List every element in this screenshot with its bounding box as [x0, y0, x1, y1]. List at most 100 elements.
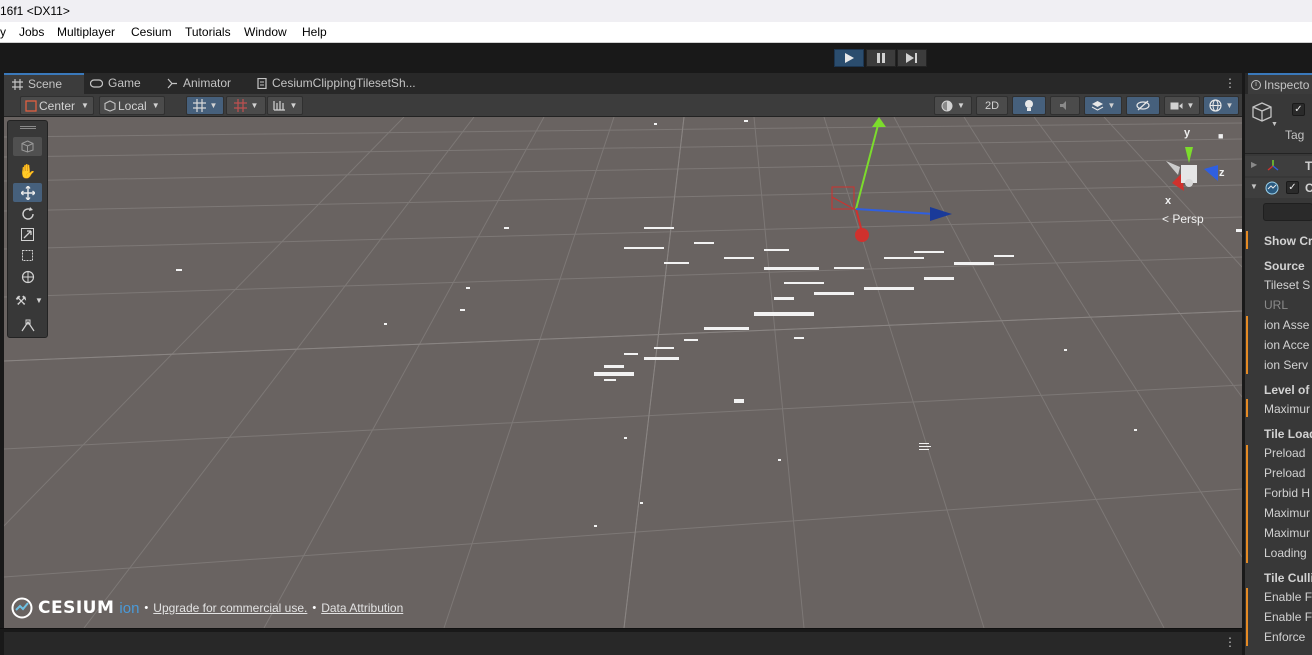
cesium-globe-icon: [1265, 181, 1279, 195]
tab-scene[interactable]: Scene: [4, 73, 84, 94]
gizmos-dropdown[interactable]: ▼: [1203, 96, 1239, 115]
pivot-mode-dropdown[interactable]: Center ▼: [20, 96, 94, 115]
step-icon: [906, 53, 917, 63]
custom-tools-dropdown[interactable]: ▼: [33, 291, 45, 310]
grid-snap-toggle[interactable]: ▼: [186, 96, 224, 115]
property-tileset-source: Tileset S: [1264, 278, 1311, 292]
menu-item-help[interactable]: Help: [302, 25, 327, 39]
camera-icon: [1170, 102, 1183, 109]
animator-icon: [167, 78, 177, 89]
view-tool-cube[interactable]: [13, 137, 42, 156]
increment-snap-toggle[interactable]: ▼: [226, 96, 266, 115]
scene-tab-bar: Scene Game Animator CesiumClippingTilese…: [4, 73, 1242, 94]
audio-toggle[interactable]: [1050, 96, 1080, 115]
move-arrows-icon: [20, 185, 35, 200]
pause-button[interactable]: [866, 49, 896, 67]
cesium-tileset-component-header[interactable]: ▼ ✓ C: [1245, 178, 1312, 198]
component-tool[interactable]: [13, 316, 42, 335]
menu-item-jobs[interactable]: Jobs: [19, 25, 44, 39]
orientation-gizmo[interactable]: y z x ■ < Persp: [1152, 125, 1232, 235]
property-ion-server: ion Serv: [1264, 358, 1309, 372]
camera-settings-dropdown[interactable]: ▼: [1164, 96, 1200, 115]
draw-mode-dropdown[interactable]: ▼: [934, 96, 972, 115]
tab-game[interactable]: Game: [90, 73, 141, 94]
custom-tools-button[interactable]: ⚒: [11, 291, 31, 310]
component-enabled-checkbox[interactable]: ✓: [1286, 181, 1299, 194]
transform-component-label: T: [1305, 159, 1312, 173]
lock-icon[interactable]: ■: [1218, 131, 1223, 141]
script-icon: [257, 78, 267, 89]
ruler-icon: [272, 101, 285, 111]
ruler-toggle[interactable]: ▼: [267, 96, 303, 115]
tab-inspector-label: Inspecto: [1264, 77, 1310, 92]
transform-tool[interactable]: [13, 267, 42, 286]
tool-palette: ✋ ⚒ ▼: [7, 120, 48, 338]
scene-viewport[interactable]: y z x ■ < Persp: [4, 117, 1242, 628]
more-options-icon[interactable]: ⋮: [1224, 76, 1236, 90]
tab-inspector[interactable]: i Inspecto: [1248, 73, 1312, 94]
gizmo-z-label: z: [1219, 167, 1225, 179]
toggle-2d-label: 2D: [984, 99, 1000, 112]
chevron-down-icon: ▼: [1271, 121, 1278, 128]
rect-tool[interactable]: [13, 246, 42, 265]
modified-indicator: [1246, 588, 1248, 646]
tab-cesium-clipping-script[interactable]: CesiumClippingTilesetSh...: [257, 73, 416, 94]
chevron-down-icon: ▼: [151, 101, 160, 110]
palette-drag-handle[interactable]: [20, 126, 36, 129]
modified-indicator: [1246, 316, 1248, 374]
chevron-right-icon: ▶: [1251, 160, 1258, 169]
lighting-toggle[interactable]: [1012, 96, 1046, 115]
play-button[interactable]: [834, 49, 864, 67]
property-enable-fog-culling: Enable F: [1264, 610, 1312, 624]
component-divider: [1245, 153, 1312, 154]
play-icon: [845, 53, 854, 63]
scene-visibility-toggle[interactable]: [1126, 96, 1160, 115]
shading-sphere-icon: [941, 100, 953, 111]
data-attribution-link[interactable]: Data Attribution: [321, 601, 403, 615]
gizmo-globe-icon: [1208, 99, 1222, 112]
chevron-down-icon: ▼: [250, 101, 259, 110]
chevron-down-icon: ▼: [209, 101, 218, 110]
effects-dropdown[interactable]: ▼: [1084, 96, 1122, 115]
property-enable-frustum-culling: Enable F: [1264, 590, 1312, 604]
rotate-tool[interactable]: [13, 204, 42, 223]
property-maximum-sse: Maximur: [1264, 402, 1311, 416]
menu-item-tutorials[interactable]: Tutorials: [185, 25, 231, 39]
move-tool[interactable]: [13, 183, 42, 202]
hand-tool[interactable]: ✋: [13, 162, 42, 181]
inspector-panel: i Inspecto ▼ ✓ Tag ▶ T ▼ ✓ C Show Cr Sou…: [1244, 73, 1312, 655]
menu-item-partial[interactable]: y: [0, 25, 6, 39]
credit-separator: •: [144, 602, 149, 614]
property-ion-asset-id: ion Asse: [1264, 318, 1310, 332]
pivot-rotation-dropdown[interactable]: Local ▼: [99, 96, 165, 115]
menu-item-cesium[interactable]: Cesium: [131, 25, 172, 39]
projection-toggle[interactable]: < Persp: [1162, 212, 1204, 226]
upgrade-link[interactable]: Upgrade for commercial use.: [153, 601, 307, 615]
component-edit-icon: [21, 319, 34, 332]
menu-bar: y Jobs Multiplayer Cesium Tutorials Wind…: [0, 22, 1312, 43]
chevron-down-icon: ▼: [1186, 101, 1195, 110]
tab-animator[interactable]: Animator: [167, 73, 231, 94]
step-button[interactable]: [897, 49, 927, 67]
pause-icon: [877, 53, 885, 63]
menu-item-multiplayer[interactable]: Multiplayer: [57, 25, 115, 39]
property-url: URL: [1264, 298, 1289, 312]
more-options-icon[interactable]: ⋮: [1224, 635, 1236, 649]
modified-indicator: [1246, 231, 1248, 249]
scale-tool[interactable]: [13, 225, 42, 244]
pivot-center-icon: [25, 99, 37, 112]
effects-layers-icon: [1091, 100, 1103, 111]
scene-grid-icon: [12, 79, 23, 90]
gizmo-y-axis: [855, 124, 879, 210]
gamepad-icon: [90, 79, 103, 88]
toggle-2d-button[interactable]: 2D: [976, 96, 1008, 115]
audio-mute-icon: [1060, 101, 1066, 110]
gizmo-z-axis: [855, 208, 935, 215]
menu-item-window[interactable]: Window: [244, 25, 287, 39]
property-source: Source: [1264, 259, 1305, 273]
info-icon: i: [1251, 79, 1261, 90]
active-checkbox[interactable]: ✓: [1292, 103, 1305, 116]
property-maximum-cached-bytes: Maximur: [1264, 526, 1311, 540]
transform-component-header[interactable]: ▶ T: [1245, 156, 1312, 176]
script-field[interactable]: [1263, 203, 1312, 221]
